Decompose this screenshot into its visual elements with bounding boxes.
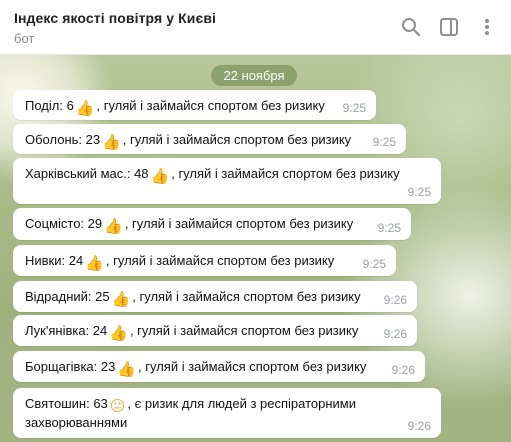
message-district: Святошин: 63 (25, 396, 108, 411)
chat-header: Індекс якості повітря у Києві бот (0, 0, 511, 55)
message-bubble[interactable]: Поділ: 6 👍, гуляй і займайся спортом без … (13, 90, 376, 120)
message-text: , гуляй і займайся спортом без ризику (122, 132, 352, 147)
message-district: Соцмісто: 29 (25, 216, 103, 231)
message-text-line2: захворюваннями (25, 415, 128, 430)
chat-subtitle: бот (14, 31, 35, 46)
message-district: Нивки: 24 (25, 253, 84, 268)
message-district: Оболонь: 23 (25, 132, 101, 147)
thumbs-up-icon: 👍 (109, 324, 128, 342)
chat-title[interactable]: Індекс якості повітря у Києві (14, 10, 216, 26)
message-bubble[interactable]: Святошин: 63 😐, є ризик для людей з респі… (13, 388, 441, 438)
message-text: , гуляй і займайся спортом без ризику (132, 289, 361, 304)
message-text: , гуляй і займайся спортом без ризику (124, 216, 354, 231)
thumbs-up-icon: 👍 (75, 99, 95, 117)
thumbs-up-icon: 👍 (117, 360, 137, 378)
message-district: Відрадний: 25 (25, 289, 110, 304)
message-time: 9:26 (407, 419, 431, 433)
message-bubble[interactable]: Борщагівка: 23 👍, гуляй і займайся спорто… (13, 351, 425, 382)
message-district: Поділ: 6 (25, 98, 74, 113)
message-time: 9:26 (383, 293, 407, 307)
message-time: 9:25 (407, 185, 431, 199)
thumbs-up-icon: 👍 (85, 254, 104, 272)
message-text: , гуляй і займайся спортом без ризику (96, 98, 325, 113)
more-vertical-icon[interactable] (476, 16, 498, 38)
message-time: 9:26 (383, 327, 407, 341)
thumbs-up-icon: 👍 (111, 290, 131, 308)
message-text: , гуляй і займайся спортом без ризику (129, 323, 359, 338)
thumbs-up-icon: 👍 (102, 133, 121, 151)
message-bubble[interactable]: Лук'янівка: 24 👍, гуляй і займайся спорто… (13, 315, 417, 346)
message-bubble[interactable]: Відрадний: 25 👍, гуляй і займайся спортом… (13, 281, 417, 312)
message-text: , гуляй і займайся спортом без ризику (171, 166, 400, 181)
date-separator: 22 ноября (211, 65, 297, 86)
message-time: 9:26 (391, 363, 415, 377)
message-text: , є ризик для людей з респіраторними (127, 396, 357, 411)
message-bubble[interactable]: Нивки: 24 👍, гуляй і займайся спортом без… (13, 245, 396, 276)
message-time: 9:25 (342, 101, 366, 115)
message-text: , гуляй і займайся спортом без ризику (138, 359, 367, 374)
thumbs-up-icon: 👍 (150, 167, 170, 185)
message-text: , гуляй і займайся спортом без ризику (105, 253, 335, 268)
neutral-face-icon: 😐 (109, 397, 126, 415)
message-district: Лук'янівка: 24 (25, 323, 108, 338)
message-district: Харківський мас.: 48 (25, 166, 149, 181)
message-bubble[interactable]: Соцмісто: 29 👍, гуляй і займайся спортом … (13, 208, 411, 240)
message-time: 9:25 (372, 135, 396, 149)
search-icon[interactable] (400, 16, 422, 38)
message-time: 9:25 (362, 257, 386, 271)
message-bubble[interactable]: Харківський мас.: 48 👍, гуляй і займайся … (13, 158, 441, 204)
message-district: Борщагівка: 23 (25, 359, 116, 374)
message-list[interactable]: 22 ноября Поділ: 6 👍, гуляй і займайся сп… (0, 55, 511, 442)
message-time: 9:25 (377, 221, 401, 235)
sidebar-toggle-icon[interactable] (438, 16, 460, 38)
thumbs-up-icon: 👍 (104, 217, 123, 235)
message-bubble[interactable]: Оболонь: 23 👍, гуляй і займайся спортом б… (13, 124, 406, 154)
